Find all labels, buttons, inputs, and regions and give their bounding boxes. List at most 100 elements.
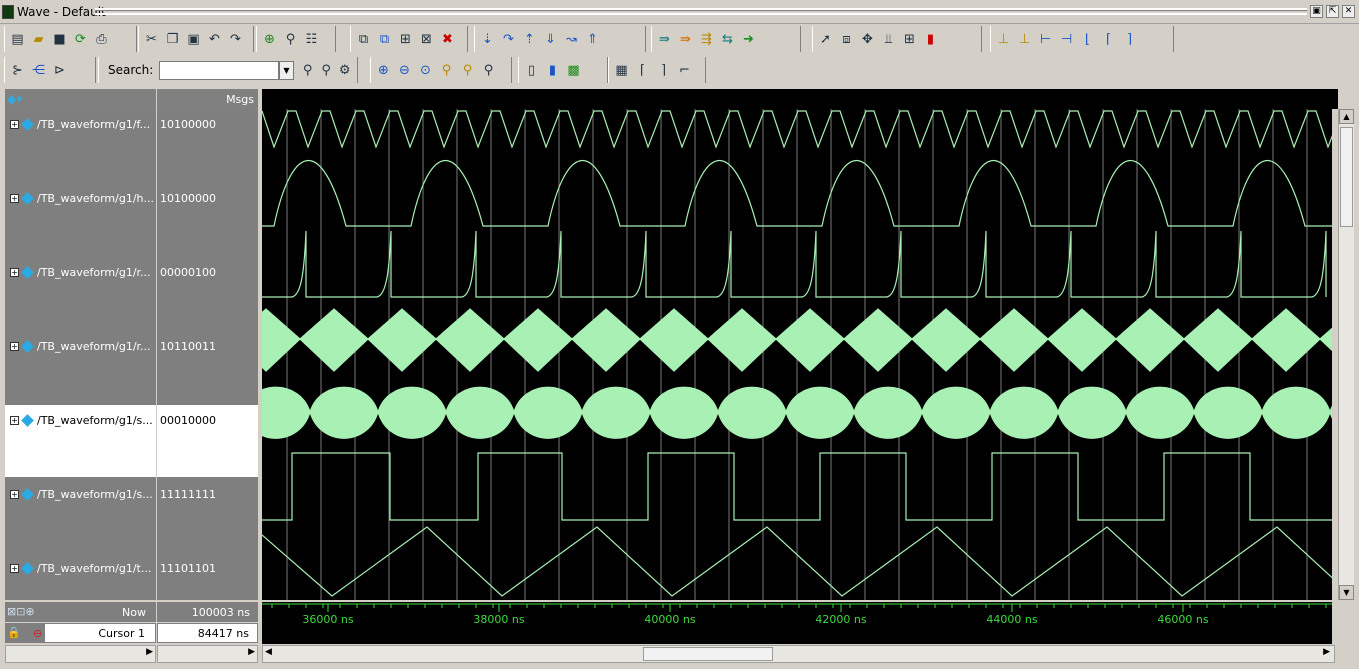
signal-value-row[interactable]: 10100000 — [157, 109, 258, 181]
paste-icon[interactable]: ▣ — [184, 29, 203, 49]
zoom-between-icon[interactable]: ⚲ — [458, 60, 477, 80]
delete-cursor-icon[interactable]: ⊥ — [1015, 29, 1034, 49]
wave-scroll-left-icon[interactable]: ◀ — [265, 647, 272, 657]
zoom-in-icon[interactable]: ⊕ — [374, 60, 393, 80]
values-scroll-right-icon[interactable]: ▶ — [248, 647, 255, 657]
signal-value-row[interactable]: 11111111 — [157, 479, 258, 551]
signal-row[interactable]: + /TB_waveform/g1/s... — [5, 479, 156, 551]
tree-icon[interactable]: ☷ — [302, 29, 321, 49]
close-button[interactable]: ✕ — [1342, 5, 1355, 18]
expand-icon[interactable]: + — [10, 120, 19, 129]
wave-hscroll[interactable]: ◀ ▶ — [262, 645, 1335, 663]
step-out-icon[interactable]: ⇡ — [520, 29, 539, 49]
expand-icon[interactable]: + — [10, 564, 19, 573]
expand-icon[interactable]: + — [10, 268, 19, 277]
search-options-icon[interactable]: ⚙ — [335, 60, 354, 80]
names-hscroll[interactable]: ▶ — [5, 645, 156, 663]
break-icon[interactable]: ⊠ — [417, 29, 436, 49]
find-falling-edge-icon[interactable]: ⌊ — [1078, 29, 1097, 49]
cursor-delete-icon[interactable]: ⊖ — [33, 627, 42, 640]
prev-edge-icon[interactable]: ⊢ — [1036, 29, 1055, 49]
add-icon[interactable]: ⊕ — [260, 29, 279, 49]
insert-cursor-icon[interactable]: ⊥ — [994, 29, 1013, 49]
cursor-value-cell[interactable]: 84417 ns — [157, 623, 258, 643]
signal-name[interactable]: + /TB_waveform/g1/h... — [10, 192, 154, 205]
signal-name[interactable]: + /TB_waveform/g1/f... — [10, 118, 150, 131]
expand-icon[interactable]: + — [10, 490, 19, 499]
wave-pane-menu-icon[interactable]: ◆▾ — [7, 92, 22, 106]
signal-row[interactable]: + /TB_waveform/g1/s... — [5, 405, 156, 477]
signal-name[interactable]: + /TB_waveform/g1/r... — [10, 340, 151, 353]
dataflow-icon[interactable]: ⊞ — [900, 29, 919, 49]
find-edge-icon[interactable]: ⌉ — [1120, 29, 1139, 49]
new-icon[interactable]: ▤ — [8, 29, 27, 49]
find-icon[interactable]: ⚲ — [281, 29, 300, 49]
edge-both-icon[interactable]: ⌐ — [675, 60, 694, 80]
now-icons[interactable]: ⊠⊡⊕ — [7, 605, 35, 618]
wave-scroll-thumb[interactable] — [643, 647, 773, 661]
next-edge-icon[interactable]: ⊣ — [1057, 29, 1076, 49]
step-over-icon[interactable]: ↷ — [499, 29, 518, 49]
waveform-canvas[interactable] — [231, 109, 1359, 600]
cut-icon[interactable]: ✂ — [142, 29, 161, 49]
vertical-scrollbar[interactable]: ▲ ▼ — [1338, 109, 1354, 600]
select-mode-icon[interactable]: ➚ — [816, 29, 835, 49]
search-input[interactable] — [159, 60, 279, 80]
search-dropdown-icon[interactable]: ▼ — [278, 60, 295, 80]
signal-name[interactable]: + /TB_waveform/g1/t... — [10, 562, 151, 575]
zoom-full-icon[interactable]: ⊙ — [416, 60, 435, 80]
step-down-icon[interactable]: ⇓ — [541, 29, 560, 49]
signal-name[interactable]: + /TB_waveform/g1/s... — [10, 488, 153, 501]
values-hscroll[interactable]: ▶ — [157, 645, 258, 663]
zoom-out-icon[interactable]: ⊖ — [395, 60, 414, 80]
redo-icon[interactable]: ↷ — [226, 29, 245, 49]
merge-icon[interactable]: ⋲ — [29, 60, 48, 80]
search-next-icon[interactable]: ⚲ — [317, 60, 336, 80]
pan-mode-icon[interactable]: ✥ — [858, 29, 877, 49]
wave-scroll-right-icon[interactable]: ▶ — [1323, 647, 1330, 657]
signal-name[interactable]: + /TB_waveform/g1/s... — [10, 414, 153, 427]
edit-mode-icon[interactable]: ⫫ — [879, 29, 898, 49]
signal-name[interactable]: + /TB_waveform/g1/r... — [10, 266, 151, 279]
signal-value-row[interactable]: 00010000 — [157, 405, 258, 477]
split-icon[interactable]: ⊱ — [8, 60, 27, 80]
save-icon[interactable]: ■ — [50, 29, 69, 49]
expand-icon[interactable]: + — [10, 416, 19, 425]
expand-icon[interactable]: + — [10, 194, 19, 203]
open-icon[interactable]: ▰ — [29, 29, 48, 49]
step-up-icon[interactable]: ⇑ — [583, 29, 602, 49]
signal-row[interactable]: + /TB_waveform/g1/r... — [5, 331, 156, 403]
zoom-cursor-icon[interactable]: ⚲ — [437, 60, 456, 80]
signal-row[interactable]: + /TB_waveform/g1/h... — [5, 183, 156, 255]
wave-format-logic-icon[interactable]: ▮ — [543, 60, 562, 80]
copy-icon[interactable]: ❐ — [163, 29, 182, 49]
compile-all-icon[interactable]: ⧉ — [375, 29, 394, 49]
step-over-2-icon[interactable]: ↝ — [562, 29, 581, 49]
compile-icon[interactable]: ⧉ — [354, 29, 373, 49]
cursor-label-box[interactable]: Cursor 1 — [45, 624, 155, 642]
restart-icon[interactable]: ⇆ — [718, 29, 737, 49]
expand-icon[interactable]: + — [10, 342, 19, 351]
undock-button[interactable]: ⇱ — [1326, 5, 1339, 18]
end-sim-icon[interactable]: ✖ — [438, 29, 457, 49]
signal-row[interactable]: + /TB_waveform/g1/r... — [5, 257, 156, 329]
search-prev-icon[interactable]: ⚲ — [298, 60, 317, 80]
title-drag-grip[interactable] — [95, 8, 1307, 15]
scroll-up-icon[interactable]: ▲ — [1339, 109, 1354, 124]
scroll-down-icon[interactable]: ▼ — [1339, 585, 1354, 600]
step-icon[interactable]: ⇣ — [478, 29, 497, 49]
vertical-scroll-thumb[interactable] — [1340, 127, 1353, 227]
signal-row[interactable]: + /TB_waveform/g1/f... — [5, 109, 156, 181]
combine-icon[interactable]: ⊳ — [50, 60, 69, 80]
signal-value-row[interactable]: 00000100 — [157, 257, 258, 329]
signal-value-row[interactable]: 10110011 — [157, 331, 258, 403]
edge-style-icon[interactable]: ▦ — [612, 60, 631, 80]
run-icon[interactable]: ⇛ — [655, 29, 674, 49]
names-scroll-right-icon[interactable]: ▶ — [146, 647, 153, 657]
print-icon[interactable]: ⎙ — [92, 29, 111, 49]
go-icon[interactable]: ➜ — [739, 29, 758, 49]
zoom-mode-icon[interactable]: ⧈ — [837, 29, 856, 49]
edge-rising-icon[interactable]: ⌈ — [633, 60, 652, 80]
reload-icon[interactable]: ⟳ — [71, 29, 90, 49]
stop-light-icon[interactable]: ▮ — [921, 29, 940, 49]
